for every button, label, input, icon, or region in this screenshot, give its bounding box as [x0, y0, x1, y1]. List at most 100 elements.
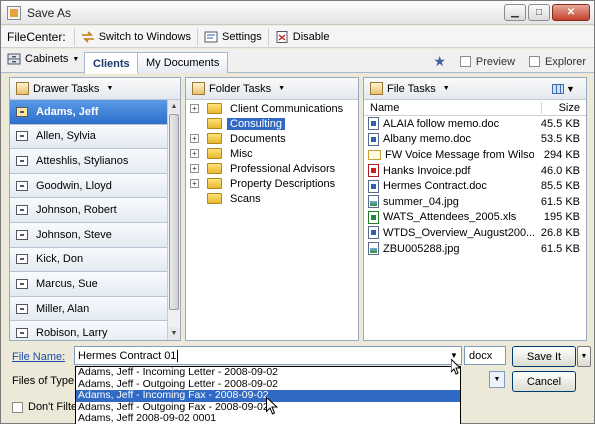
- file-row[interactable]: ALAIA follow memo.doc 45.5 KB: [364, 116, 586, 132]
- suggestion-item[interactable]: Adams, Jeff - Outgoing Letter - 2008-09-…: [76, 379, 460, 391]
- file-row[interactable]: summer_04.jpg 61.5 KB: [364, 194, 586, 210]
- chevron-down-icon: ▼: [72, 55, 80, 63]
- file-tasks-header[interactable]: File Tasks ▼ ▼: [364, 78, 586, 100]
- file-name: Hermes Contract.doc: [383, 180, 487, 193]
- word-document-icon: [368, 179, 379, 193]
- drawer-icon: [16, 229, 28, 240]
- folder-item[interactable]: + Client Communications: [186, 101, 358, 116]
- folder-item[interactable]: + Misc: [186, 146, 358, 161]
- drawer-item[interactable]: Kick, Don: [10, 247, 168, 273]
- drawer-item[interactable]: Johnson, Robert: [10, 198, 168, 223]
- file-type-dropdown-button[interactable]: ▼: [489, 371, 505, 388]
- drawer-item[interactable]: Goodwin, Lloyd: [10, 173, 168, 199]
- extension-value: docx: [469, 349, 493, 362]
- scroll-up-icon[interactable]: ▲: [168, 100, 180, 113]
- tab-my-documents[interactable]: My Documents: [137, 52, 229, 73]
- file-type-label: Files of Type:: [12, 375, 78, 387]
- cabinets-label: Cabinets: [25, 53, 69, 65]
- scroll-down-icon[interactable]: ▼: [168, 327, 180, 340]
- file-size: 195 KB: [543, 211, 580, 224]
- close-button[interactable]: ✕: [552, 4, 590, 21]
- drawer-icon: [16, 278, 28, 289]
- drawer-scrollbar[interactable]: ▲ ▼: [167, 100, 180, 340]
- file-name-input[interactable]: Hermes Contract 01 ▼: [74, 346, 462, 365]
- settings-label: Settings: [222, 30, 262, 43]
- dont-filter-label: Don't Filter: [28, 401, 81, 413]
- file-size: 85.5 KB: [540, 180, 580, 193]
- view-mode-button[interactable]: ▼: [552, 81, 580, 96]
- expand-icon[interactable]: +: [190, 164, 199, 173]
- column-size[interactable]: Size: [542, 102, 586, 114]
- drawer-item[interactable]: Marcus, Sue: [10, 272, 168, 297]
- maximize-button[interactable]: □: [528, 4, 550, 21]
- folder-item[interactable]: Consulting: [186, 116, 358, 131]
- expand-icon[interactable]: +: [190, 134, 199, 143]
- drawer-item-label: Goodwin, Lloyd: [36, 179, 112, 192]
- dont-filter-check-box[interactable]: [12, 401, 23, 413]
- file-name: Hanks Invoice.pdf: [383, 164, 471, 177]
- drawer-icon: [16, 254, 28, 265]
- disable-button[interactable]: Disable: [267, 27, 336, 46]
- drawer-icon: [16, 106, 28, 117]
- tab-clients[interactable]: Clients: [84, 52, 139, 74]
- folder-icon: [207, 163, 222, 174]
- save-button[interactable]: Save It: [512, 346, 576, 367]
- drawer-icon: [16, 131, 28, 142]
- drawer-item-label: Marcus, Sue: [36, 277, 98, 290]
- file-size: 26.8 KB: [540, 226, 580, 239]
- switch-to-windows-button[interactable]: Switch to Windows: [73, 27, 197, 46]
- folder-item[interactable]: + Professional Advisors: [186, 161, 358, 176]
- cabinets-dropdown[interactable]: Cabinets ▼: [7, 53, 79, 65]
- folder-item[interactable]: + Documents: [186, 131, 358, 146]
- expand-icon[interactable]: +: [190, 149, 199, 158]
- drawer-item[interactable]: Johnson, Steve: [10, 222, 168, 248]
- disable-icon: [276, 30, 288, 43]
- save-options-button[interactable]: ▼: [577, 346, 591, 367]
- text-caret: [177, 349, 179, 362]
- preview-checkbox[interactable]: Preview: [459, 56, 515, 68]
- folder-item[interactable]: Scans: [186, 191, 358, 206]
- minimize-button[interactable]: ▁: [504, 4, 526, 21]
- explorer-check-box[interactable]: [529, 56, 541, 68]
- drawer-item[interactable]: Robison, Larry: [10, 321, 168, 340]
- preview-check-box[interactable]: [459, 56, 471, 68]
- cancel-button[interactable]: Cancel: [512, 371, 576, 392]
- extension-input[interactable]: docx: [464, 346, 506, 365]
- file-size: 53.5 KB: [540, 133, 580, 146]
- chevron-down-icon: ▼: [106, 85, 114, 92]
- drawer-item[interactable]: Miller, Alan: [10, 296, 168, 322]
- folder-tree: + Client Communications Consulting + Docum…: [186, 100, 358, 206]
- favorites-star-icon[interactable]: ★: [433, 53, 446, 70]
- dont-filter-checkbox[interactable]: Don't Filter: [12, 401, 81, 413]
- file-row[interactable]: Hermes Contract.doc 85.5 KB: [364, 178, 586, 194]
- drawer-item-label: Johnson, Steve: [36, 228, 112, 241]
- file-row[interactable]: FW Voice Message from Wilso... 294 KB: [364, 147, 586, 163]
- expand-icon[interactable]: +: [190, 179, 199, 188]
- settings-button[interactable]: Settings: [197, 27, 268, 46]
- expand-icon[interactable]: +: [190, 104, 199, 113]
- folder-item[interactable]: + Property Descriptions: [186, 176, 358, 191]
- chevron-down-icon: ▼: [566, 83, 575, 94]
- tree-line: [190, 119, 199, 128]
- file-name: WATS_Attendees_2005.xls: [383, 211, 517, 224]
- file-row[interactable]: ZBU005288.jpg 61.5 KB: [364, 241, 586, 257]
- drawer-item[interactable]: Adams, Jeff: [10, 100, 168, 125]
- filecenter-label: FileCenter:: [7, 29, 66, 44]
- folder-label: Scans: [230, 192, 261, 205]
- file-row[interactable]: WTDS_Overview_August200... 26.8 KB: [364, 225, 586, 241]
- file-name-label[interactable]: File Name:: [12, 351, 65, 363]
- folder-tasks-header[interactable]: Folder Tasks ▼: [186, 78, 358, 100]
- scrollbar-thumb[interactable]: [169, 114, 179, 310]
- column-name[interactable]: Name: [364, 101, 542, 114]
- drawer-item[interactable]: Allen, Sylvia: [10, 124, 168, 150]
- drawer-tasks-header[interactable]: Drawer Tasks ▼: [10, 78, 180, 100]
- disable-label: Disable: [292, 30, 330, 43]
- drawer-item-label: Allen, Sylvia: [36, 130, 96, 143]
- suggestion-item[interactable]: Adams, Jeff - Incoming Letter - 2008-09-…: [76, 367, 460, 379]
- drawer-item[interactable]: Atteshlis, Stylianos: [10, 149, 168, 174]
- file-row[interactable]: Hanks Invoice.pdf 46.0 KB: [364, 163, 586, 179]
- file-row[interactable]: WATS_Attendees_2005.xls 195 KB: [364, 210, 586, 226]
- file-row[interactable]: Albany memo.doc 53.5 KB: [364, 132, 586, 148]
- explorer-checkbox[interactable]: Explorer: [529, 56, 586, 68]
- tab-clients-label: Clients: [93, 57, 130, 70]
